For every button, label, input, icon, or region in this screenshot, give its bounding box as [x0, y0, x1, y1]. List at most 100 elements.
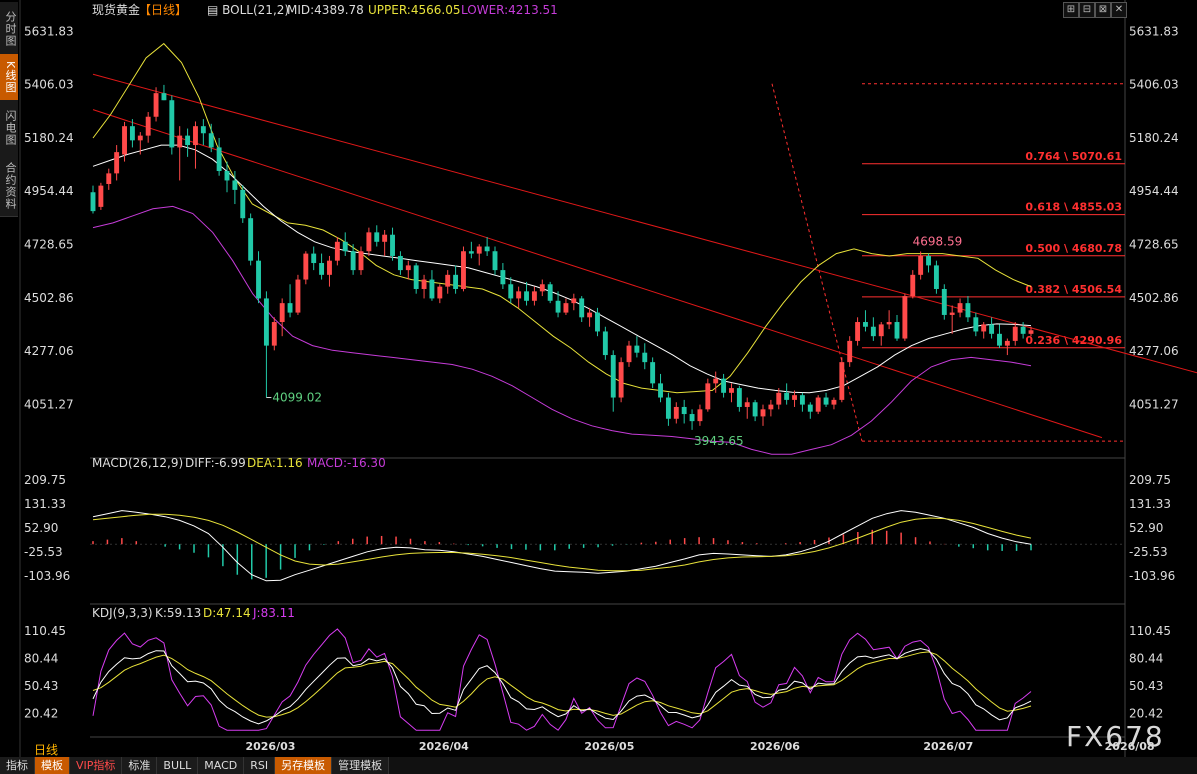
- candle-body: [240, 189, 246, 219]
- x-tick-label: 2026/05: [584, 740, 634, 753]
- candle-body: [807, 404, 813, 412]
- tab-save-template[interactable]: 另存模板: [275, 757, 333, 774]
- macd-legend-dea: DEA:1.16: [247, 456, 303, 470]
- candle-body: [799, 395, 805, 405]
- restore-button[interactable]: ⊠: [1095, 2, 1111, 18]
- x-tick-label: 2026/04: [419, 740, 469, 753]
- candle-body: [776, 392, 782, 405]
- candle-body: [429, 279, 435, 299]
- candle-body: [484, 246, 490, 252]
- nav-kline[interactable]: K线图: [0, 54, 18, 101]
- candle-body: [705, 383, 711, 410]
- candle-body: [500, 270, 506, 285]
- y-tick-label-left: 4728.65: [24, 237, 74, 251]
- kdj-tick-label-right: 20.42: [1129, 706, 1163, 720]
- candle-body: [839, 362, 845, 400]
- tab-vip-indicator[interactable]: VIP指标: [70, 757, 123, 774]
- y-tick-label-left: 4277.06: [24, 344, 74, 358]
- close-icon[interactable]: ✕: [1111, 2, 1127, 18]
- candle-body: [744, 402, 750, 407]
- macd-legend-name: MACD(26,12,9): [92, 456, 183, 470]
- nav-flash[interactable]: 闪电图: [0, 100, 18, 157]
- candle-body: [878, 324, 884, 337]
- candle-body: [981, 324, 987, 332]
- fib-trend-line: [771, 83, 863, 442]
- candle-body: [587, 312, 593, 318]
- candle-body: [902, 296, 908, 339]
- candle-body: [445, 274, 451, 287]
- candle-body: [492, 251, 498, 271]
- candle-body: [555, 300, 561, 313]
- candle-body: [595, 312, 600, 332]
- macd-dea-line: [92, 513, 1032, 572]
- candle-body: [941, 288, 947, 315]
- candle-body: [319, 263, 325, 275]
- period-label[interactable]: 日线: [34, 741, 58, 758]
- candle-body: [855, 322, 861, 341]
- candle-body: [547, 284, 553, 301]
- candle-body: [1012, 326, 1018, 341]
- tab-rsi[interactable]: RSI: [244, 757, 276, 774]
- candle-body: [200, 126, 206, 134]
- nav-timeshare[interactable]: 分时图: [0, 2, 18, 57]
- candle-body: [847, 340, 853, 363]
- nav-contract-info[interactable]: 合约资料: [0, 156, 18, 217]
- candle-body: [539, 284, 545, 292]
- candle-body: [390, 234, 395, 256]
- candle-body: [579, 298, 585, 318]
- candle-body: [405, 265, 411, 271]
- macd-legend-diff: DIFF:-6.99: [185, 456, 246, 470]
- candle-body: [279, 303, 285, 323]
- tab-template[interactable]: 模板: [35, 757, 70, 774]
- candle-body: [508, 284, 514, 299]
- candle-body: [965, 303, 971, 318]
- candle-body: [114, 152, 120, 174]
- candle-body: [271, 322, 277, 346]
- tab-standard[interactable]: 标准: [122, 757, 158, 774]
- channel-lower-line: [92, 109, 1103, 439]
- candle-body: [571, 298, 577, 304]
- tab-macd[interactable]: MACD: [198, 757, 245, 774]
- candle-body: [673, 406, 679, 419]
- recent-high-label: 4698.59: [913, 234, 963, 248]
- tab-manage-template[interactable]: 管理模板: [332, 757, 390, 774]
- kdj-tick-label-right: 110.45: [1129, 624, 1171, 638]
- candle-body: [926, 255, 931, 266]
- macd-tick-label-left: 209.75: [24, 473, 66, 487]
- candle-body: [177, 135, 183, 148]
- candle-body: [524, 291, 529, 301]
- macd-tick-label-left: 52.90: [24, 521, 58, 535]
- candle-body: [193, 126, 198, 146]
- candle-body: [894, 322, 900, 339]
- candle-body: [366, 232, 372, 252]
- y-tick-label-right: 5180.24: [1129, 131, 1179, 145]
- y-tick-label-left: 4954.44: [24, 184, 74, 198]
- macd-tick-label-left: -25.53: [24, 545, 63, 559]
- candle-body: [161, 93, 167, 101]
- candle-body: [792, 395, 797, 400]
- candle-body: [342, 241, 348, 252]
- macd-tick-label-left: -103.96: [24, 569, 70, 583]
- candle-body: [831, 399, 837, 405]
- candle-body: [886, 322, 892, 325]
- candle-body: [382, 234, 388, 242]
- candle-body: [185, 135, 191, 146]
- candle-body: [618, 362, 624, 398]
- tab-bull[interactable]: BULL: [157, 757, 199, 774]
- candle-body: [870, 326, 876, 337]
- candle-body: [784, 392, 790, 400]
- candle-body: [129, 126, 135, 141]
- candle-body: [910, 274, 916, 297]
- candle-body: [1004, 340, 1010, 346]
- candle-body: [453, 274, 459, 289]
- candle-body: [863, 322, 868, 327]
- y-tick-label-left: 5406.03: [24, 78, 74, 92]
- candle-body: [760, 409, 766, 417]
- candle-body: [137, 135, 143, 141]
- candle-body: [397, 255, 403, 271]
- zoom-out-button[interactable]: ⊟: [1079, 2, 1095, 18]
- zoom-in-button[interactable]: ⊞: [1063, 2, 1079, 18]
- macd-tick-label-right: 209.75: [1129, 473, 1171, 487]
- tab-indicator[interactable]: 指标: [0, 757, 35, 774]
- candle-body: [1020, 326, 1026, 334]
